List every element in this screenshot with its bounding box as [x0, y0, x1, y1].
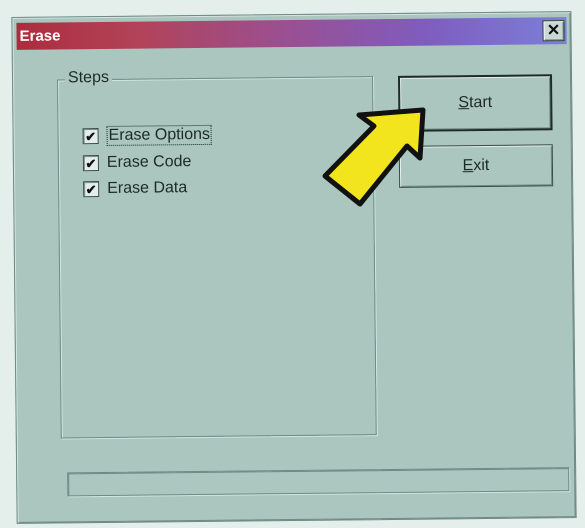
erase-dialog: Erase ✕ Steps ✔ Erase Options ✔ Erase Co…: [11, 11, 577, 524]
window-title: Erase: [19, 27, 61, 45]
arrow-pointer-icon: [322, 107, 426, 207]
title-bar[interactable]: Erase ✕: [16, 17, 567, 50]
start-button-label: Start: [458, 93, 493, 112]
close-button[interactable]: ✕: [542, 20, 565, 42]
erase-data-label[interactable]: Erase Data: [107, 179, 187, 198]
erase-code-label[interactable]: Erase Code: [107, 153, 192, 172]
checkmark-icon: ✔: [85, 155, 97, 171]
checkmark-icon: ✔: [85, 128, 97, 144]
erase-code-checkbox[interactable]: ✔: [82, 155, 99, 172]
erase-options-label[interactable]: Erase Options: [106, 124, 213, 146]
erase-data-checkbox-row[interactable]: ✔ Erase Data: [83, 178, 187, 199]
erase-options-checkbox[interactable]: ✔: [82, 128, 99, 145]
close-icon: ✕: [546, 21, 561, 39]
erase-code-checkbox-row[interactable]: ✔ Erase Code: [82, 152, 192, 173]
exit-button-label: Exit: [462, 156, 490, 175]
steps-group-label: Steps: [64, 68, 113, 88]
progress-bar: [67, 467, 570, 497]
checkmark-icon: ✔: [85, 181, 97, 197]
erase-options-checkbox-row[interactable]: ✔ Erase Options: [82, 124, 213, 146]
erase-data-checkbox[interactable]: ✔: [83, 181, 100, 198]
